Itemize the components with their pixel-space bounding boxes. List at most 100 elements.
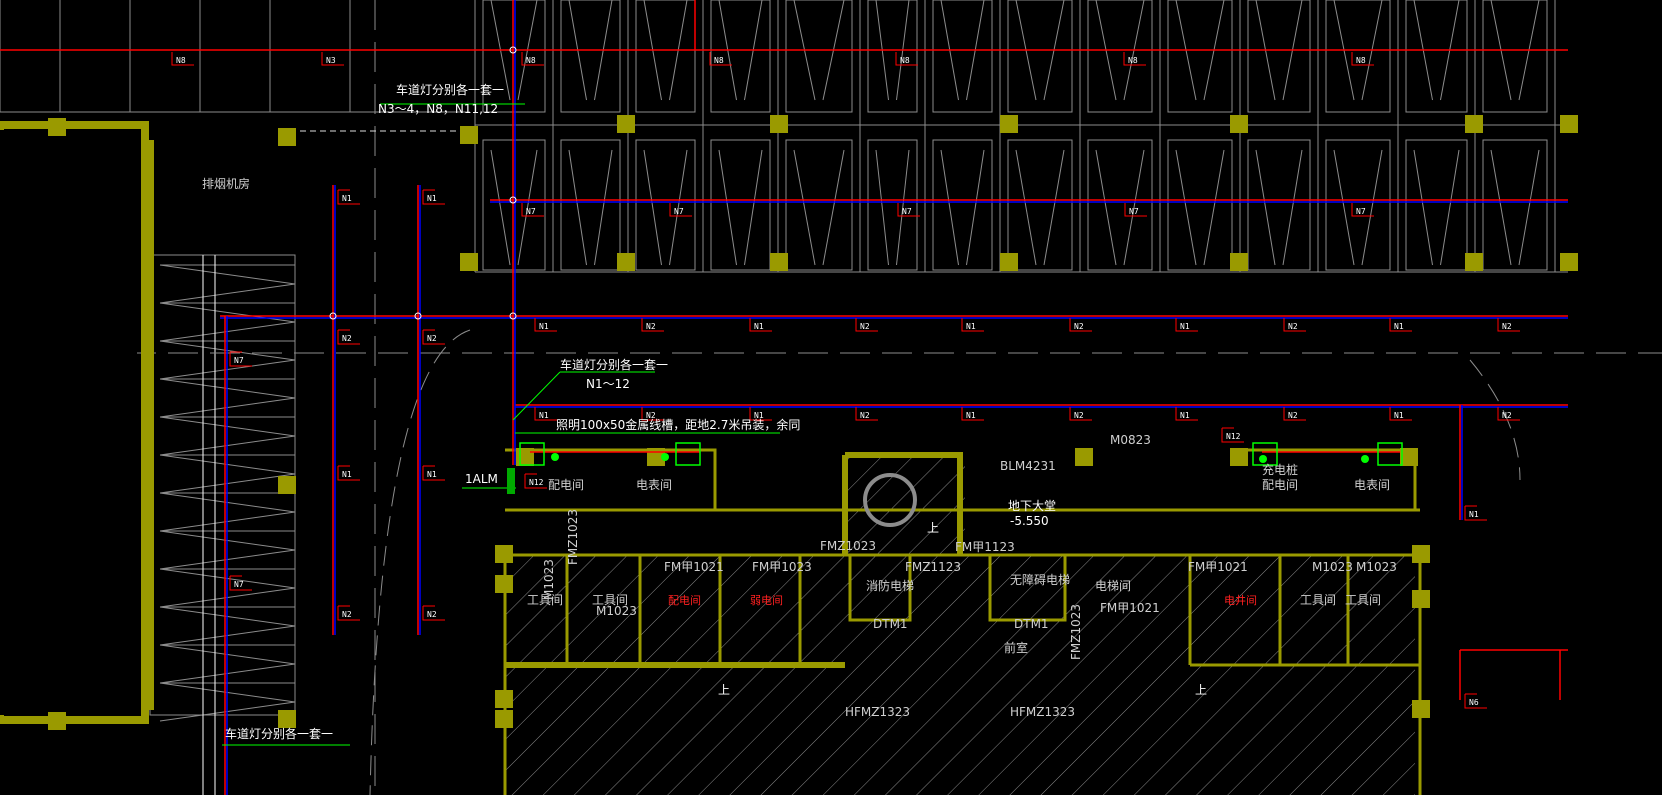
note-lane-light-1-circuits: N3～4，N8，N11,12 [378,102,498,116]
parking-stall [1007,0,1073,113]
door-label: FMZ1023 [566,509,580,565]
column [48,712,66,730]
stall-diagonal [1282,149,1303,266]
building-interior [0,130,137,715]
circuit-label-n1: N1 [749,318,772,332]
circuit-label-n1: N1 [422,465,445,481]
parking-stall [1247,0,1311,113]
column [770,253,788,271]
circuit-label-text: N2 [646,322,656,331]
stall-diagonal [1255,149,1276,266]
circuit-label-text: N2 [860,322,870,331]
stall-diagonal [793,149,816,266]
note-lane-light-3: 车道灯分别各一套一 [225,726,333,741]
stall-diagonal [822,149,845,266]
circuit-label-text: N7 [1356,207,1366,216]
stall-diagonal [490,149,511,266]
stall-diagonal [718,149,737,266]
room-right: 电梯间 [1095,579,1131,593]
circuit-label-text: N1 [1394,411,1404,420]
circuit-label-text: N8 [900,56,910,65]
note-trunking: 照明100x50金属线槽，距地2.7米吊装，余同 [556,417,800,432]
stall-diagonal [1333,149,1355,266]
stair-up-3: 上 [927,521,939,535]
stair-up-2: 上 [1195,683,1207,697]
circuit-label-text: N2 [860,411,870,420]
circuit-label-text: N1 [1180,322,1190,331]
door-label: HFMZ1323 [1010,705,1075,719]
light-fixture [1361,455,1369,463]
circuit-label-n8: N8 [521,52,544,66]
stall-diagonal [1175,149,1197,266]
circuit-label-n7: N7 [229,575,252,591]
room-corridor: 前室 [1004,640,1028,655]
circuit-label-n2: N2 [337,329,360,345]
stall-diagonal [643,149,662,266]
cad-drawing-canvas[interactable]: N8 N3 N8 N8 N8 N8 N8 N7 N7 N7 N7 N7 N1 N1 N2 N2 N1 N1 N2 N2… [0,0,1662,795]
column [278,476,296,494]
stall-diagonal [940,149,959,266]
door-label: M1023 [1312,560,1353,574]
stall-diagonal [159,264,296,285]
circuit-label-n6: N6 [1464,693,1487,709]
circuit-label-text: N1 [1180,411,1190,420]
circuit-label-text: N1 [539,322,549,331]
circuit-label-n2: N2 [1497,318,1520,332]
column [1560,115,1578,133]
circuit-label-text: N6 [1469,698,1479,707]
stall-diagonal [1518,149,1540,266]
circuit-label-text: N8 [176,56,186,65]
circuit-label-n1: N1 [337,465,360,481]
circuit-label-n1: N1 [1464,505,1487,521]
circuit-label-n7: N7 [1124,203,1147,217]
circuit-label-n1: N1 [337,189,360,205]
door-label: FM甲1021 [1188,560,1248,574]
room-elevator-1: 消防电梯 [866,578,914,593]
column [1465,253,1483,271]
column [1465,115,1483,133]
column [1230,115,1248,133]
door-label: M0823 [1110,433,1151,447]
parking-stall [1482,0,1548,113]
door-label: FM甲1021 [1100,601,1160,615]
circuit-label-text: N2 [1502,411,1512,420]
circuit-label-text: N7 [674,207,684,216]
door-label: FM甲1021 [664,560,724,574]
parking-stall [785,0,853,113]
parking-stall [867,0,918,113]
parking-stall [1167,0,1233,113]
circuit-label-text: N7 [234,580,244,589]
fan-unit [1377,442,1403,466]
circuit-label-n7: N7 [669,203,692,217]
column [1075,448,1093,466]
room-charging: 充电桩 [1262,462,1298,477]
circuit-label-n12: N12 [524,473,547,489]
door-label: HFMZ1323 [845,705,910,719]
circuit-label-n7: N7 [521,203,544,217]
circuit-label-text: N1 [342,194,352,203]
circuit-label-text: N1 [1394,322,1404,331]
circuit-label-n2: N2 [422,605,445,621]
circuit-label-text: N2 [1288,322,1298,331]
circuit-label-text: N12 [529,478,544,487]
circuit-label-text: N7 [902,207,912,216]
parking-stall [635,0,696,113]
stall-diagonal [1440,149,1460,266]
circuit-label-text: N8 [1356,56,1366,65]
circuit-label-text: N2 [1502,322,1512,331]
panel-1alm[interactable]: 1ALM [465,472,498,486]
stall-diagonal [1203,149,1225,266]
door-label: FM甲1123 [955,540,1015,554]
column [460,126,478,144]
stall-diagonal [159,283,296,304]
room-tool-4: 工具间 [1345,593,1381,607]
distribution-panel [507,468,515,494]
circuit-label-n8: N8 [895,52,918,66]
level-mark: -5.550 [1010,514,1049,528]
circuit-label-text: N8 [526,56,536,65]
circuit-label-n2: N2 [641,318,664,332]
room-lobby: 地下大堂 [1008,499,1056,513]
circuit-label-text: N12 [1226,432,1241,441]
circuit-label-text: N2 [1074,322,1084,331]
circuit-label-text: N8 [714,56,724,65]
